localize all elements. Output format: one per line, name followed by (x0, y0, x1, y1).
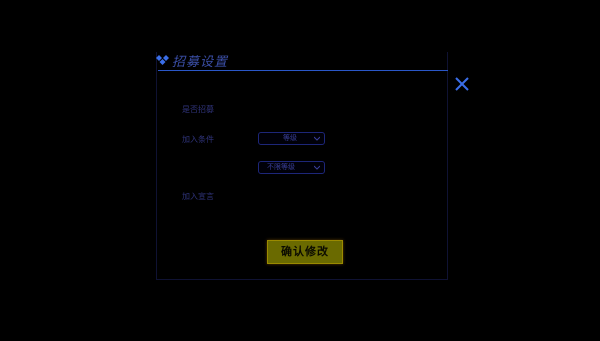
close-icon[interactable] (454, 76, 470, 92)
confirm-button[interactable]: 确认修改 (267, 240, 343, 264)
dialog-header: 招募设置 (156, 50, 448, 70)
join-condition-label: 加入条件 (182, 135, 214, 144)
level-limit-value: 不限等级 (267, 163, 295, 171)
join-declaration-label: 加入宣言 (182, 192, 214, 201)
title-divider (158, 70, 448, 71)
dialog-title: 招募设置 (172, 55, 229, 70)
level-limit-select[interactable]: 不限等级 (258, 161, 325, 174)
level-type-select[interactable]: 等级 (258, 132, 325, 145)
recruit-toggle-label: 是否招募 (182, 105, 214, 114)
diamond-icon (156, 55, 169, 65)
level-type-value: 等级 (283, 134, 297, 142)
chevron-down-icon (314, 165, 320, 170)
chevron-down-icon (314, 136, 320, 141)
